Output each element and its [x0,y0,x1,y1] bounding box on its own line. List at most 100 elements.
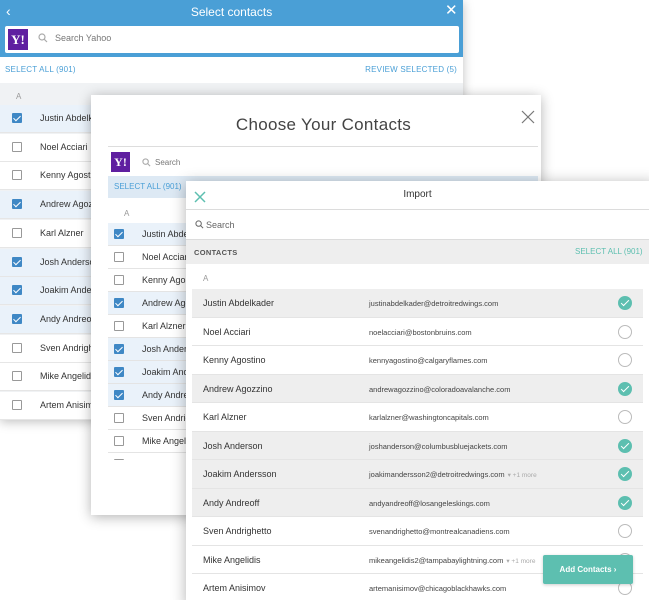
check-circle-icon[interactable] [618,381,632,396]
review-selected-link[interactable]: REVIEW SELECTED (5) [365,65,457,74]
contact-row[interactable]: Andrew Agozzino andrewagozzino@coloradoav… [192,374,643,403]
contact-name: Joakim Andersson [203,469,277,479]
check-circle-icon[interactable] [618,353,632,367]
select-all-link[interactable]: SELECT ALL (901) [575,247,643,256]
contact-checkbox[interactable] [12,256,22,267]
contact-name: Kenny Agostino [203,355,266,365]
contact-checkbox[interactable] [12,313,22,324]
contact-checkbox[interactable] [12,113,22,123]
contact-email: joakimandersson2@detroitredwings.com ▾ +1… [369,470,537,479]
contact-name: Artem Anisimov [203,583,266,593]
contact-checkbox[interactable] [114,390,124,400]
contact-checkbox[interactable] [12,170,22,181]
yahoo-logo: Y! [8,29,28,50]
contact-row[interactable]: Andy Andreoff andyandreoff@losangelesking… [192,488,643,517]
select-contacts-title: Select contacts [190,5,273,19]
contact-name: Noel Acciari [40,141,88,152]
contact-checkbox[interactable] [12,342,22,353]
yahoo-logo: Y! [111,152,130,172]
yahoo-search-bar[interactable]: Y! Search Yahoo [5,26,459,53]
contact-name: Andy Andreoff [40,313,97,324]
search-input[interactable]: Search [155,158,180,167]
more-emails-dropdown[interactable]: ▾ +1 more [506,558,535,565]
search-bar[interactable]: Search [186,210,649,239]
contact-name: Josh Anderson [203,440,263,451]
contact-row[interactable]: Josh Anderson joshanderson@columbusblueja… [192,431,643,460]
check-circle-icon[interactable] [618,296,632,310]
contact-checkbox[interactable] [114,413,124,423]
contact-checkbox[interactable] [114,275,124,285]
contact-email: andyandreoff@losangeleskings.com [369,498,490,508]
contact-name: Andy Andreoff [203,497,260,508]
contacts-header: CONTACTS SELECT ALL (901) [186,240,649,264]
contact-row[interactable]: Joakim Andersson joakimandersson2@detroit… [192,460,643,489]
check-circle-icon[interactable] [618,467,632,481]
search-icon [38,33,48,43]
contact-checkbox[interactable] [12,199,22,210]
search-input[interactable]: Search [206,220,235,230]
contact-row[interactable]: Karl Alzner karlalzner@washingtoncapitals… [192,403,643,432]
contact-name: Mike Angelidis [203,554,261,565]
contact-checkbox[interactable] [114,459,124,460]
section-letter: A [124,209,130,218]
contact-checkbox[interactable] [114,229,124,239]
contact-row[interactable]: Noel Acciari noelacciari@bostonbruins.com [192,317,643,346]
close-icon[interactable]: ✕ [445,2,458,20]
contact-name: Mike Angelidis [40,371,98,382]
contact-email: noelacciari@bostonbruins.com [369,327,472,337]
section-letter: A [16,92,22,101]
screenshot-stage: ‹ Select contacts ✕ Y! Search Yahoo SELE… [0,0,649,600]
contact-email: artemanisimov@chicagoblackhawks.com [369,584,507,593]
select-all-link[interactable]: SELECT ALL (901) [5,65,76,74]
contact-email: mikeangelidis2@tampabaylightning.com ▾ +1… [369,555,536,565]
check-circle-icon[interactable] [618,438,632,453]
import-title: Import [403,189,432,200]
search-icon [142,158,151,167]
contact-name: Karl Alzner [142,321,186,331]
contact-email: kennyagostino@calgaryflames.com [369,356,488,365]
select-all-link[interactable]: SELECT ALL (901) [114,182,182,191]
contact-checkbox[interactable] [12,141,22,152]
contact-checkbox[interactable] [114,436,124,446]
check-circle-icon[interactable] [618,410,632,424]
divider [108,146,538,147]
contact-checkbox[interactable] [12,227,22,238]
check-circle-icon[interactable] [618,324,632,339]
contact-checkbox[interactable] [114,367,124,377]
contact-row[interactable]: Justin Abdelkader justinabdelkader@detroi… [192,289,643,318]
contact-email: svenandrighetto@montrealcanadiens.com [369,527,510,536]
contact-name: Andrew Agozzino [203,383,273,394]
section-letter: A [203,274,209,283]
check-circle-icon[interactable] [618,524,632,538]
contact-checkbox[interactable] [114,252,124,262]
contact-name: Justin Abdelkader [203,298,275,308]
choose-contacts-title: Choose Your Contacts [235,115,412,134]
check-circle-icon[interactable] [618,495,632,510]
search-input[interactable]: Search Yahoo [55,33,111,43]
contact-checkbox[interactable] [114,298,124,308]
search-icon [195,220,204,229]
contact-checkbox[interactable] [12,285,22,296]
contact-checkbox[interactable] [114,344,124,354]
contact-name: Noel Acciari [203,326,251,337]
select-contacts-header: ‹ Select contacts ✕ Y! Search Yahoo [0,0,463,57]
contact-checkbox[interactable] [12,371,22,382]
contact-name: Karl Alzner [203,412,247,422]
contact-row[interactable]: Sven Andrighetto svenandrighetto@montreal… [192,517,643,546]
contact-checkbox[interactable] [114,321,124,331]
contact-name: Noel Acciari [142,252,190,262]
contact-email: andrewagozzino@coloradoavalanche.com [369,384,511,394]
yahoo-search-bar[interactable]: Y! Search [108,150,538,176]
contact-list: Justin Abdelkader justinabdelkader@detroi… [192,289,643,600]
more-emails-dropdown[interactable]: ▾ +1 more [508,472,537,479]
contact-email: joshanderson@columbusbluejackets.com [369,441,508,451]
contact-email: justinabdelkader@detroitredwings.com [369,299,499,308]
contact-name: Karl Alzner [40,227,84,238]
add-contacts-button[interactable]: Add Contacts › [543,555,633,584]
contact-email: karlalzner@washingtoncapitals.com [369,413,489,422]
close-icon[interactable] [520,109,536,125]
contact-row[interactable]: Kenny Agostino kennyagostino@calgaryflame… [192,346,643,375]
contact-name: Sven Andrighetto [203,526,272,536]
contact-checkbox[interactable] [12,400,22,410]
contacts-label: CONTACTS [194,248,238,257]
